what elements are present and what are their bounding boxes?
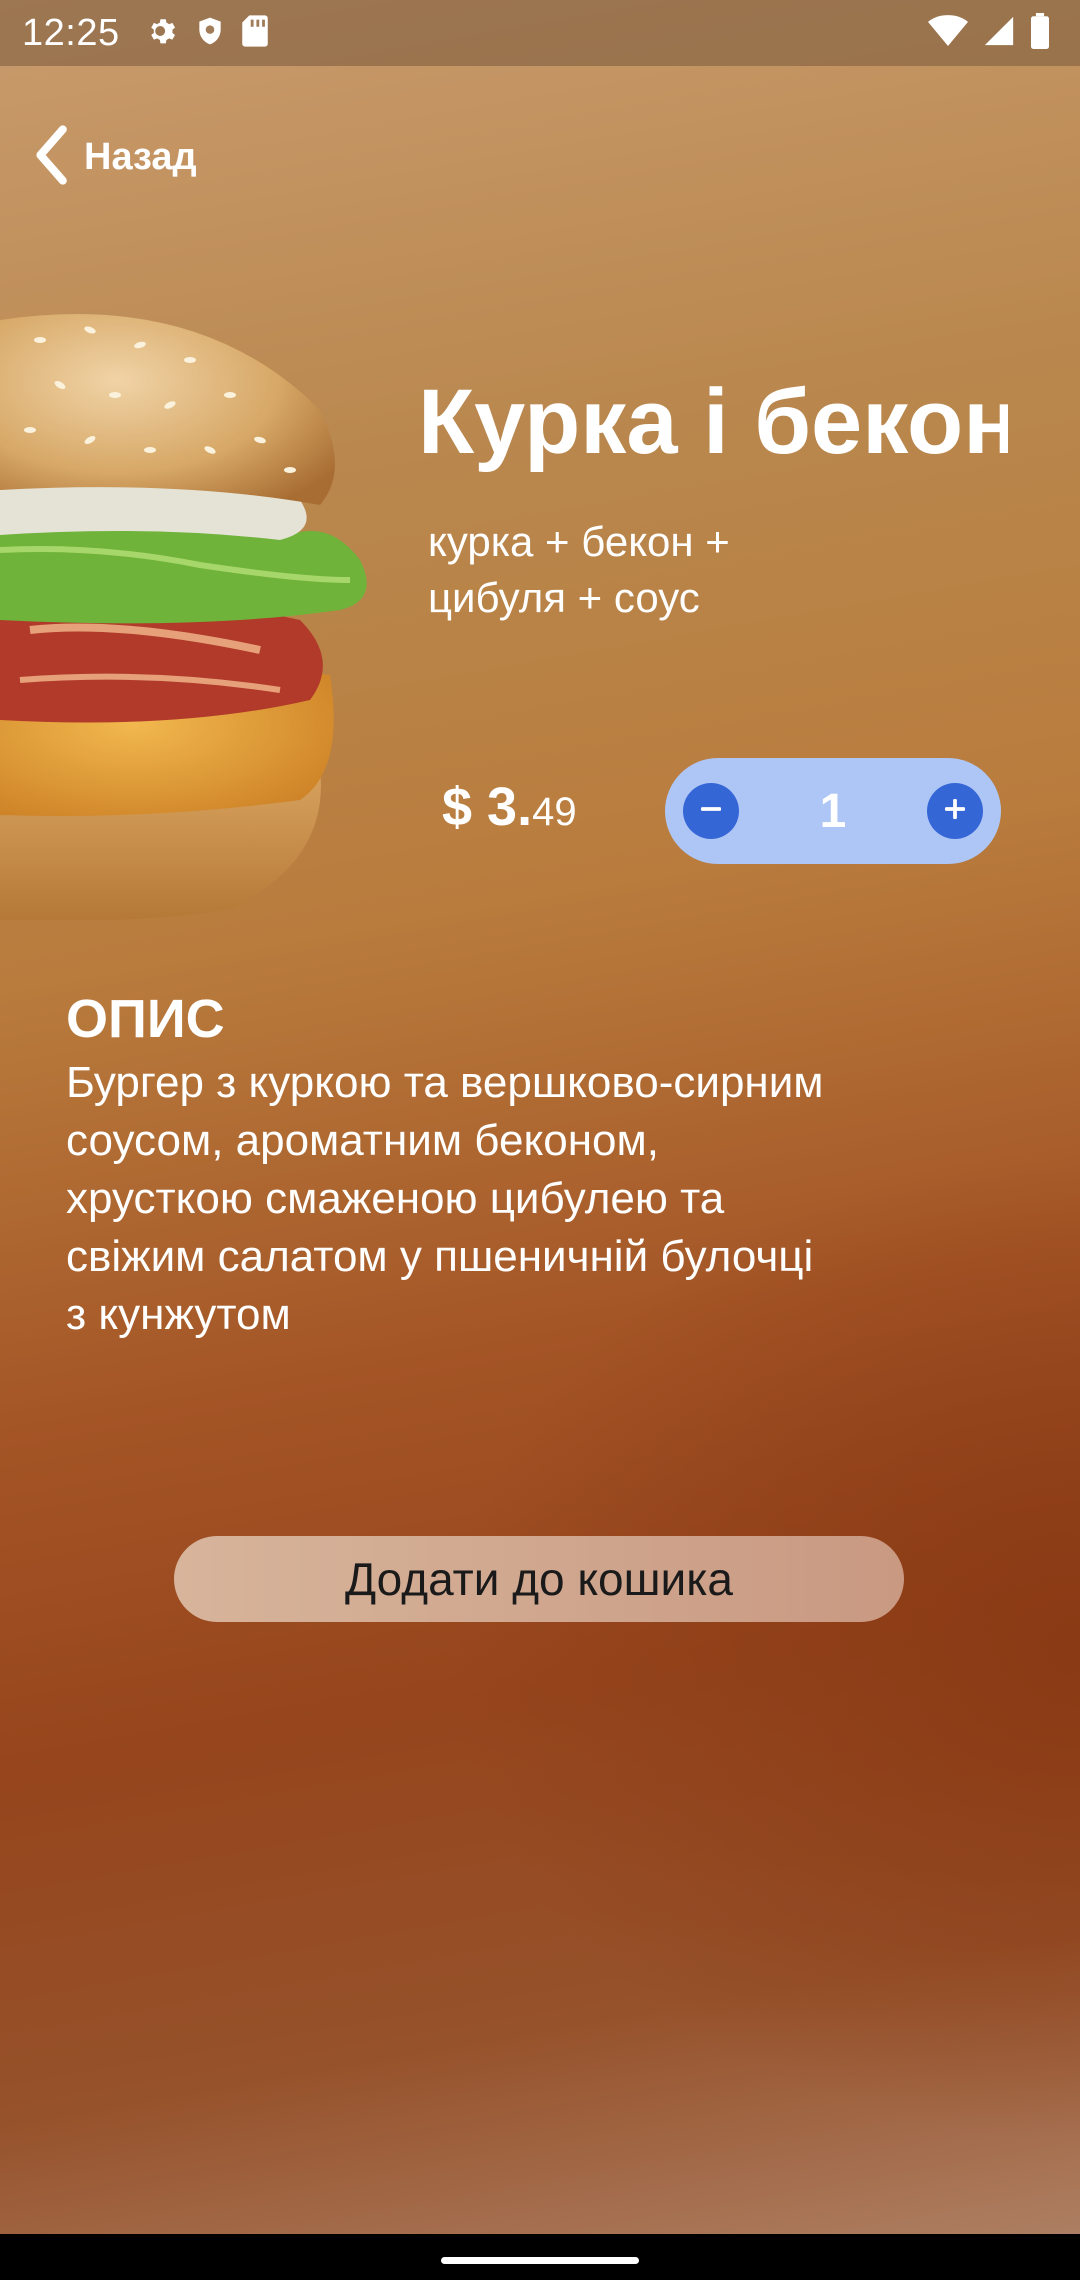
description-text: Бургер з куркою та вершково-сирним соусо… xyxy=(66,1058,824,1339)
back-label: Назад xyxy=(84,135,197,178)
price-main: $ 3. xyxy=(442,777,533,837)
chevron-left-icon xyxy=(30,123,70,192)
quantity-stepper: 1 xyxy=(665,758,1001,864)
status-icons-right xyxy=(928,0,1050,66)
back-button[interactable]: Назад xyxy=(30,122,197,192)
description-heading: ОПИС xyxy=(66,989,225,1049)
product-title: Курка і бекон xyxy=(418,371,1008,473)
shield-icon xyxy=(194,14,226,53)
status-icons-left xyxy=(146,14,270,53)
status-time: 12:25 xyxy=(22,11,120,54)
cellular-signal-icon xyxy=(982,14,1016,53)
burger-image xyxy=(0,300,410,922)
price: $ 3. 49 xyxy=(442,776,577,846)
add-to-cart-button[interactable]: Додати до кошика xyxy=(174,1536,904,1622)
price-cents: 49 xyxy=(532,790,577,834)
plus-icon xyxy=(940,794,970,829)
status-bar: 12:25 xyxy=(0,0,1080,66)
wifi-icon xyxy=(928,14,968,53)
minus-icon xyxy=(696,794,726,829)
quantity-value: 1 xyxy=(819,784,847,838)
decrease-quantity-button[interactable] xyxy=(683,783,739,839)
home-indicator[interactable] xyxy=(441,2257,639,2264)
product-subtitle: курка + бекон + цибуля + соус xyxy=(428,518,730,621)
increase-quantity-button[interactable] xyxy=(926,783,983,839)
gear-icon xyxy=(146,14,180,53)
battery-icon xyxy=(1030,12,1050,54)
sd-card-icon xyxy=(240,14,270,53)
